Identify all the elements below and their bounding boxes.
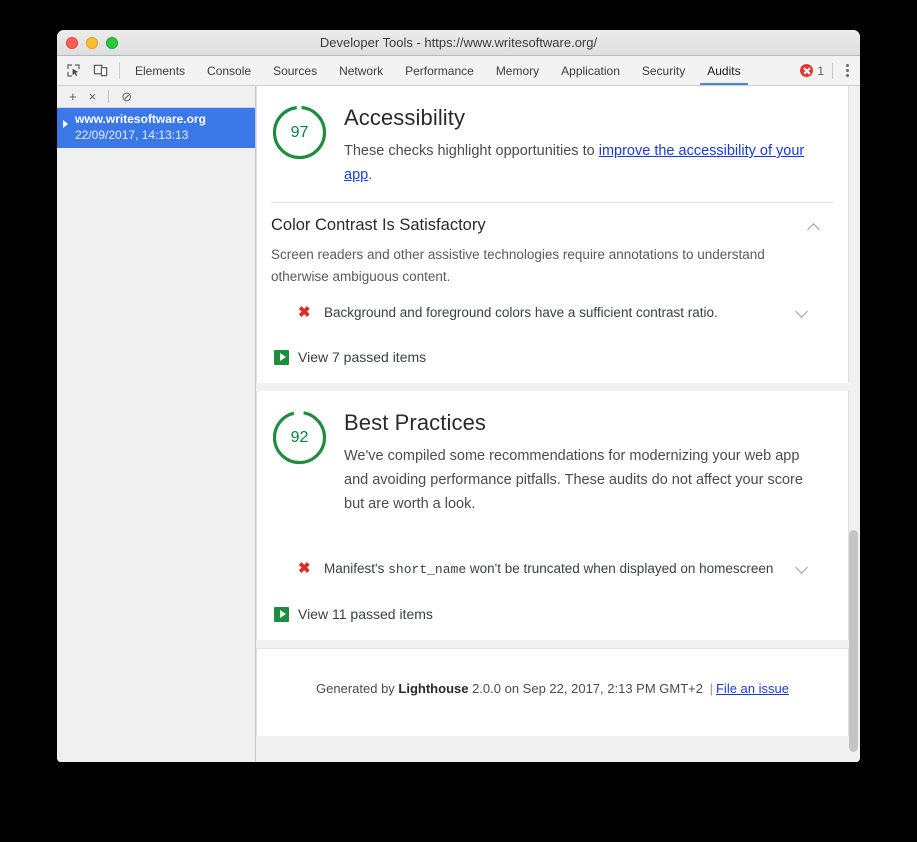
devtools-window: Developer Tools - https://www.writesoftw… <box>57 30 860 762</box>
x-mark-icon: ✖ <box>298 560 311 578</box>
tab-performance[interactable]: Performance <box>394 56 485 85</box>
category-text: Best Practices We've compiled some recom… <box>344 409 822 517</box>
report-scrollbar[interactable] <box>849 86 858 762</box>
error-count-badge[interactable]: 1 <box>800 64 824 78</box>
sidebar-report-item[interactable]: www.writesoftware.org 22/09/2017, 14:13:… <box>57 108 255 149</box>
footer-separator: | <box>709 681 713 697</box>
error-icon <box>800 64 814 77</box>
tab-console[interactable]: Console <box>196 56 262 85</box>
audit-group-header[interactable]: Color Contrast Is Satisfactory <box>271 216 822 236</box>
audit-text: Manifest's short_name won't be truncated… <box>324 558 794 580</box>
tab-application[interactable]: Application <box>550 56 631 85</box>
device-toolbar-icon[interactable] <box>92 62 109 79</box>
footer-brand: Lighthouse <box>398 681 469 697</box>
report-scroll-container: 97 Accessibility These checks highlight … <box>256 86 860 762</box>
add-audit-icon[interactable]: + <box>69 90 77 103</box>
audit-group-color-contrast: Color Contrast Is Satisfactory Screen re… <box>257 203 848 334</box>
devtools-body: + × ⊘ www.writesoftware.org 22/09/2017, … <box>57 86 860 762</box>
chevron-down-icon[interactable] <box>794 562 810 578</box>
devtools-tool-icons <box>57 56 115 85</box>
report-url-label: www.writesoftware.org <box>75 112 206 126</box>
category-title: Accessibility <box>344 105 466 130</box>
score-gauge: 97 <box>271 104 328 161</box>
audit-group-best-practices: ✖ Manifest's short_name won't be truncat… <box>257 531 848 590</box>
audits-report-pane: 97 Accessibility These checks highlight … <box>256 86 860 762</box>
scrollbar-thumb[interactable] <box>849 530 858 752</box>
tab-elements[interactable]: Elements <box>124 56 196 85</box>
footer-version-date: 2.0.0 on Sep 22, 2017, 2:13 PM GMT+2 <box>468 681 707 697</box>
minimize-window-button[interactable] <box>86 36 98 49</box>
expand-passed-icon[interactable] <box>274 606 289 622</box>
category-title: Best Practices <box>344 410 487 436</box>
report-date-label: 22/09/2017, 14:13:13 <box>75 127 189 142</box>
category-card-best-practices: 92 Best Practices We've compiled some re… <box>256 391 849 641</box>
tabstrip-divider <box>832 62 833 79</box>
devtools-tabstrip-right: 1 <box>800 56 860 85</box>
delete-audit-icon[interactable]: × <box>89 90 97 103</box>
category-description: These checks highlight opportunities to … <box>344 140 822 188</box>
category-text: Accessibility These checks highlight opp… <box>344 104 822 188</box>
audit-group-title: Color Contrast Is Satisfactory <box>271 215 486 234</box>
category-description-lead: These checks highlight opportunities to <box>344 143 599 159</box>
expand-passed-icon[interactable] <box>274 349 289 365</box>
x-mark-icon: ✖ <box>298 303 311 321</box>
tab-memory[interactable]: Memory <box>485 56 550 85</box>
passed-items-label: View 11 passed items <box>298 606 433 623</box>
sidebar-toolbar: + × ⊘ <box>57 86 255 108</box>
score-gauge: 92 <box>271 409 328 466</box>
audit-group-description: Screen readers and other assistive techn… <box>271 246 765 284</box>
traffic-light-buttons <box>66 36 118 49</box>
devtools-tabs: Elements Console Sources Network Perform… <box>124 56 800 85</box>
passed-items-label: View 7 passed items <box>298 349 427 366</box>
inspect-element-icon[interactable] <box>65 62 82 79</box>
audit-text: Background and foreground colors have a … <box>324 302 794 324</box>
audit-text-tail: won't be truncated when displayed on hom… <box>466 561 774 577</box>
report-footer: Generated by Lighthouse 2.0.0 on Sep 22,… <box>256 648 849 737</box>
more-options-icon[interactable] <box>841 61 854 80</box>
category-header: 92 Best Practices We've compiled some re… <box>257 391 848 531</box>
expand-caret-icon[interactable] <box>63 120 68 128</box>
audit-row[interactable]: ✖ Background and foreground colors have … <box>271 288 822 328</box>
footer-prefix: Generated by <box>316 681 399 697</box>
clear-all-icon[interactable]: ⊘ <box>121 90 132 103</box>
audit-text-lead: Background and foreground colors have a … <box>324 304 718 320</box>
file-an-issue-link[interactable]: File an issue <box>716 681 789 696</box>
category-description: We've compiled some recommendations for … <box>344 448 803 513</box>
view-passed-items-row-best-practices[interactable]: View 11 passed items <box>257 590 848 640</box>
tab-security[interactable]: Security <box>631 56 696 85</box>
chevron-down-icon[interactable] <box>794 306 810 322</box>
chevron-up-icon[interactable] <box>806 220 822 236</box>
devtools-tabstrip: Elements Console Sources Network Perform… <box>57 56 860 86</box>
tab-audits[interactable]: Audits <box>696 56 751 85</box>
error-count-label: 1 <box>817 63 824 78</box>
score-value: 92 <box>290 428 309 446</box>
window-title: Developer Tools - https://www.writesoftw… <box>319 35 598 50</box>
tab-sources[interactable]: Sources <box>262 56 328 85</box>
footer-text: Generated by Lighthouse 2.0.0 on Sep 22,… <box>257 681 848 696</box>
category-card-accessibility: 97 Accessibility These checks highlight … <box>256 86 849 384</box>
window-titlebar: Developer Tools - https://www.writesoftw… <box>57 30 860 56</box>
audits-sidebar: + × ⊘ www.writesoftware.org 22/09/2017, … <box>57 86 256 762</box>
category-description-tail: . <box>368 166 373 183</box>
score-value: 97 <box>290 123 309 141</box>
toolbar-divider <box>119 62 120 79</box>
sidebar-toolbar-divider <box>108 90 110 103</box>
audit-row[interactable]: ✖ Manifest's short_name won't be truncat… <box>271 544 822 584</box>
close-window-button[interactable] <box>66 36 78 49</box>
audit-text-lead: Manifest's <box>324 561 389 577</box>
maximize-window-button[interactable] <box>106 36 118 49</box>
tab-network[interactable]: Network <box>328 56 394 85</box>
view-passed-items-row-accessibility[interactable]: View 7 passed items <box>257 333 848 383</box>
audit-code-token: short_name <box>388 562 467 578</box>
category-header: 97 Accessibility These checks highlight … <box>257 86 848 202</box>
